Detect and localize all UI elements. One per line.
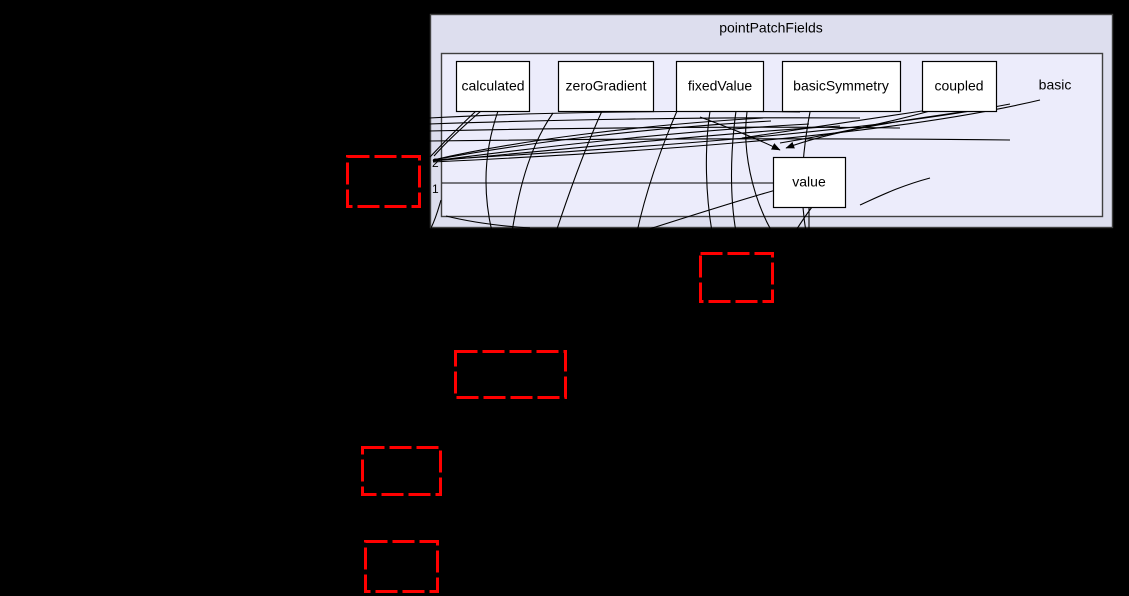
node-label-coupled: coupled (934, 78, 983, 94)
node-zeroGradient[interactable]: zeroGradient (557, 60, 655, 113)
edge-label-1: 1 (432, 182, 439, 196)
node-calculated[interactable]: calculated (455, 60, 531, 113)
cluster-outer-label: pointPatchFields (719, 20, 823, 36)
node-label-basicSymmetry: basicSymmetry (793, 78, 889, 94)
node-label-calculated: calculated (461, 78, 524, 94)
node-label-value: value (792, 174, 826, 190)
graph-canvas: pointPatchFields basic calculated zeroGr… (0, 0, 1129, 596)
node-value[interactable]: value (772, 156, 847, 209)
edge-label-2: 2 (432, 156, 439, 170)
highlight-box-low1[interactable] (361, 446, 442, 496)
directory-dependency-graph: pointPatchFields basic calculated zeroGr… (346, 13, 1114, 593)
highlight-box-low2[interactable] (364, 540, 439, 593)
node-fixedValue[interactable]: fixedValue (675, 60, 765, 113)
highlight-box-left[interactable] (346, 155, 421, 208)
highlight-box-wide[interactable] (454, 350, 567, 399)
node-label-fixedValue: fixedValue (688, 78, 753, 94)
highlight-box-mid[interactable] (699, 252, 774, 303)
node-label-zeroGradient: zeroGradient (566, 78, 647, 94)
node-basicSymmetry[interactable]: basicSymmetry (781, 60, 902, 113)
node-coupled[interactable]: coupled (921, 60, 998, 113)
cluster-inner-label: basic (1039, 77, 1072, 93)
